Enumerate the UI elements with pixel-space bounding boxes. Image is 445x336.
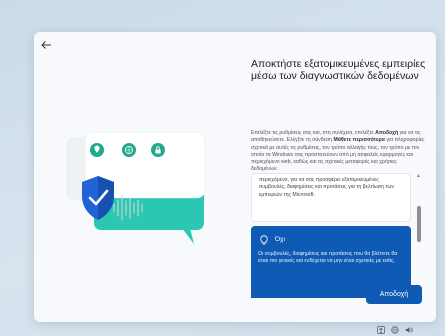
network-icon[interactable] <box>391 326 399 334</box>
option-yes[interactable]: περιεχόμενο, για να σας προσφέρει εξατομ… <box>251 173 411 222</box>
soundwave-icon <box>113 195 143 221</box>
back-arrow-icon <box>41 41 51 49</box>
accessibility-icon[interactable] <box>377 326 385 334</box>
illustration-card-front <box>84 131 206 199</box>
learn-more-button[interactable]: Μάθετε περισσότερα <box>300 284 362 292</box>
lightbulb-icon <box>260 235 268 245</box>
globe-icon <box>122 143 136 157</box>
option-no-text: Οι συμβουλές, διαφημίσεις και προτάσεις … <box>258 251 398 265</box>
page-description: Επιλέξτε τις ρυθμίσεις σας και, στη συνέ… <box>251 130 425 173</box>
accept-button[interactable]: Αποδοχή <box>366 285 422 304</box>
option-yes-text: περιεχόμενο, για να σας προσφέρει εξατομ… <box>259 177 394 198</box>
scroll-up-icon[interactable]: ▲ <box>416 174 421 179</box>
illustration-card-back <box>66 137 156 201</box>
scroll-thumb[interactable] <box>417 206 421 242</box>
volume-icon[interactable] <box>405 326 413 334</box>
shield-check-icon <box>82 176 114 220</box>
options-scrollbar[interactable]: ▲ ▼ <box>415 173 423 298</box>
option-no-label: Όχι <box>275 236 285 243</box>
system-tray <box>377 326 441 336</box>
lock-icon <box>151 143 165 157</box>
back-button[interactable] <box>40 40 54 52</box>
location-pin-icon <box>90 143 104 157</box>
page-title: Αποκτήστε εξατομικευμένες εμπειρίες μέσω… <box>251 58 426 82</box>
oobe-window: Αποκτήστε εξατομικευμένες εμπειρίες μέσω… <box>34 32 436 322</box>
options-list[interactable]: περιεχόμενο, για να σας προσφέρει εξατομ… <box>251 173 427 298</box>
chat-bubble-icon <box>94 176 204 244</box>
